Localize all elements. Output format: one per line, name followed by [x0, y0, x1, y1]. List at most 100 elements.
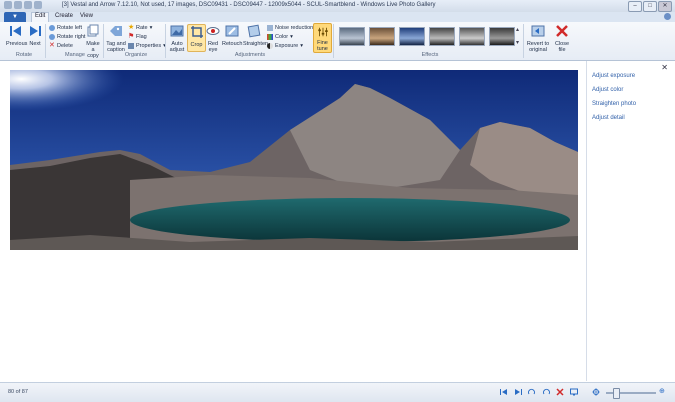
- file-menu-button[interactable]: ▼: [4, 12, 26, 22]
- noise-reduction-button[interactable]: Noise reduction: [267, 25, 313, 31]
- chevron-down-icon: ▾: [149, 25, 153, 31]
- retouch-button[interactable]: Retouch: [222, 24, 243, 47]
- group-label-manage: Manage: [65, 52, 85, 58]
- revert-icon: [531, 25, 545, 37]
- undo-icon[interactable]: [24, 1, 32, 9]
- zoom-in-icon[interactable]: ⊕: [659, 387, 665, 395]
- next-icon[interactable]: [514, 388, 522, 396]
- flag-icon: ⚑: [128, 33, 135, 40]
- effect-thumbnail[interactable]: [399, 27, 425, 46]
- rate-dropdown[interactable]: ★ Rate ▾: [128, 24, 153, 31]
- color-dropdown[interactable]: Color ▾: [267, 34, 293, 40]
- adjust-exposure-link[interactable]: Adjust exposure: [592, 73, 635, 79]
- effect-thumbnail[interactable]: [459, 27, 485, 46]
- app-icon[interactable]: [4, 1, 12, 9]
- retouch-icon: [225, 25, 238, 37]
- fine-tune-button[interactable]: Fine tune: [313, 23, 332, 53]
- properties-label: Properties: [136, 43, 162, 49]
- help-icon[interactable]: [664, 13, 671, 20]
- zoom-fit-icon[interactable]: [592, 388, 600, 396]
- effect-thumbnail[interactable]: [339, 27, 365, 46]
- flag-label: Flag: [136, 34, 147, 40]
- rotate-right-label: Rotate right: [57, 34, 86, 40]
- group-label-adjustments: Adjustments: [234, 52, 266, 58]
- rotate-left-icon: [49, 25, 55, 31]
- fine-tune-label: Fine tune: [317, 40, 328, 52]
- redo-icon[interactable]: [34, 1, 42, 9]
- straighten-button[interactable]: Straighten: [243, 24, 269, 47]
- effect-thumbnail[interactable]: [429, 27, 455, 46]
- fine-tune-icon: [317, 27, 328, 37]
- effect-thumbnail[interactable]: [489, 27, 515, 46]
- tab-edit[interactable]: Edit: [31, 12, 50, 22]
- zoom-slider-thumb[interactable]: [613, 388, 620, 399]
- chevron-down-icon: ▾: [290, 34, 293, 40]
- adjust-detail-link[interactable]: Adjust detail: [592, 115, 625, 121]
- noise-label: Noise reduction: [275, 25, 314, 31]
- revert-button[interactable]: Revert to original: [526, 24, 550, 53]
- red-eye-button[interactable]: Red eye: [206, 24, 220, 53]
- color-icon: [267, 34, 273, 40]
- effects-more-icon[interactable]: ▾: [516, 39, 519, 46]
- image-position: 80 of 87: [8, 389, 28, 395]
- ribbon-tabs: ▼ Edit Create View: [0, 12, 675, 22]
- straighten-label: Straighten: [243, 41, 269, 47]
- status-bar: 80 of 87 ⊕: [0, 382, 675, 402]
- close-file-button[interactable]: Close file: [553, 24, 571, 53]
- next-label: Next: [29, 41, 41, 47]
- auto-adjust-icon: [170, 25, 184, 37]
- rotate-left-label: Rotate left: [57, 25, 83, 31]
- next-icon: [30, 26, 41, 36]
- close-pane-icon[interactable]: ✕: [661, 63, 668, 72]
- crop-button[interactable]: Crop: [187, 24, 206, 52]
- copy-icon: [87, 24, 99, 37]
- delete-label: Delete: [57, 43, 73, 49]
- delete-button[interactable]: ✕ Delete: [49, 42, 73, 49]
- next-button[interactable]: Next: [28, 24, 42, 47]
- tag-caption-button[interactable]: Tag and caption: [106, 24, 126, 53]
- properties-dropdown[interactable]: Properties▾: [128, 43, 166, 49]
- delete-icon: ✕: [49, 42, 55, 49]
- previous-icon: [10, 26, 21, 36]
- adjust-color-link[interactable]: Adjust color: [592, 87, 623, 93]
- window-title: [3] Vestal and Arrow 7.12.10, Not used, …: [62, 2, 436, 8]
- rotate-left-button[interactable]: Rotate left: [49, 25, 82, 31]
- rotate-right-icon[interactable]: [542, 388, 550, 396]
- auto-adjust-button[interactable]: Auto adjust: [168, 24, 186, 53]
- close-window-button[interactable]: ✕: [658, 1, 672, 12]
- red-eye-label: Red eye: [207, 41, 219, 53]
- fine-tune-pane: ✕ Adjust exposure Adjust color Straighte…: [586, 61, 675, 381]
- tab-create[interactable]: Create: [52, 13, 76, 19]
- previous-button[interactable]: Previous: [6, 24, 28, 47]
- straighten-photo-link[interactable]: Straighten photo: [592, 101, 636, 107]
- auto-adjust-label: Auto adjust: [169, 41, 185, 53]
- exposure-dropdown[interactable]: Exposure ▾: [267, 43, 303, 49]
- flag-button[interactable]: ⚑ Flag: [128, 33, 147, 40]
- save-icon[interactable]: [14, 1, 22, 9]
- straighten-icon: [247, 24, 261, 38]
- close-file-icon: [556, 25, 568, 37]
- effect-thumbnail[interactable]: [369, 27, 395, 46]
- rotate-right-icon: [49, 34, 55, 40]
- rotate-right-button[interactable]: Rotate right: [49, 34, 85, 40]
- delete-icon[interactable]: [556, 388, 564, 396]
- crop-label: Crop: [190, 42, 203, 48]
- previous-icon[interactable]: [500, 388, 508, 396]
- ribbon: Previous Next Rotate Rotate left Rotate …: [0, 22, 675, 61]
- retouch-label: Retouch: [222, 41, 243, 47]
- star-icon: ★: [128, 24, 135, 31]
- rotate-left-icon[interactable]: [528, 388, 536, 396]
- exposure-label: Exposure: [275, 43, 299, 49]
- maximize-button[interactable]: □: [643, 1, 657, 12]
- slideshow-icon[interactable]: [570, 388, 578, 396]
- divider: [103, 24, 104, 58]
- effects-scroll-up-icon[interactable]: ▴: [516, 26, 519, 33]
- previous-label: Previous: [6, 41, 28, 47]
- group-label-rotate: Rotate: [15, 52, 33, 58]
- red-eye-icon: [206, 27, 220, 35]
- rate-label: Rate: [136, 25, 148, 31]
- tab-view[interactable]: View: [77, 13, 96, 19]
- group-label-organize: Organize: [124, 52, 148, 58]
- panorama-photo: [10, 70, 578, 250]
- minimize-button[interactable]: –: [628, 1, 642, 12]
